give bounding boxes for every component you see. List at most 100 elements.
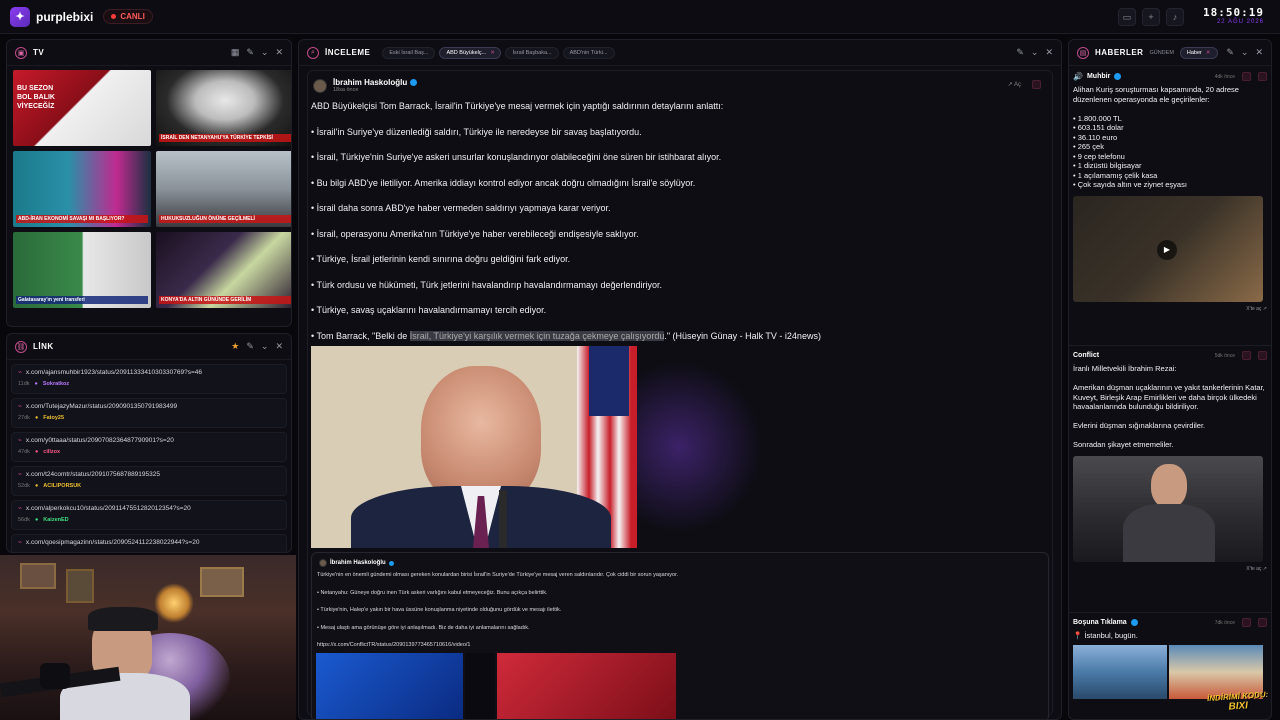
chevron-down-icon[interactable]: ⌄ <box>1031 47 1039 58</box>
news-item[interactable]: 🔊 Muhbir 4dk önce Alihan Kuriş soruşturm… <box>1073 72 1267 312</box>
link-item[interactable]: ⌁ x.com/y0ttaaa/status/209070823648779090… <box>11 432 287 462</box>
quoted-tweet[interactable]: İbrahim Haskoloğlu Türkiye'nin en önemli… <box>311 552 1049 719</box>
close-icon[interactable]: ✕ <box>1045 47 1053 58</box>
tv-channel-1[interactable]: BU SEZON BOL BALIK VİYECEĞİZ <box>13 70 151 146</box>
bookmark-icon[interactable] <box>1258 351 1267 360</box>
edit-icon[interactable]: ✎ <box>1016 47 1024 58</box>
user-icon: ● <box>34 381 38 387</box>
bookmark-icon[interactable] <box>1258 72 1267 81</box>
tv-panel-header: ▣ TV ▦ ✎ ⌄ ✕ <box>7 40 291 66</box>
link-item[interactable]: ⌁ x.com/t24comtr/status/20910756878891953… <box>11 466 287 496</box>
tab-item-active[interactable]: ABD Büyükelç... ✕ <box>439 46 502 59</box>
wall-frame <box>20 563 56 589</box>
tweet-line: • Türkiye, savaş uçaklarını havalandırma… <box>311 305 547 315</box>
news-source[interactable]: Conflict <box>1073 352 1099 359</box>
haberler-panel: ▤ HABERLER GÜNDEM Haber ✕ ✎ ⌄ ✕ 🔊 Muhbir … <box>1068 39 1272 720</box>
link-chain-icon: ⌁ <box>18 437 22 444</box>
cap <box>88 607 158 631</box>
link-item[interactable]: ⌁ x.com/ajansmuhbir1923/status/2091133341… <box>11 364 287 394</box>
webcam-feed <box>0 555 296 720</box>
quote-video-right[interactable] <box>497 653 676 719</box>
link-url[interactable]: x.com/TutejazyMazur/status/2090901350791… <box>26 403 177 410</box>
open-on-x-link[interactable]: X'te aç ↗ <box>1073 566 1267 572</box>
volume-icon[interactable]: ♪ <box>1166 8 1184 26</box>
tab-gundem[interactable]: GÜNDEM <box>1149 50 1173 56</box>
news-photo[interactable] <box>1073 455 1263 562</box>
tv-channel-caption: ABD-İRAN EKONOMİ SAVAŞI MI BAŞLIYOR? <box>16 215 148 223</box>
news-time: 7dk önce <box>1214 619 1235 626</box>
clock: 18:50:19 22 AĞU 2026 <box>1203 6 1264 25</box>
quote-author[interactable]: İbrahim Haskoloğlu <box>330 560 386 566</box>
microphone <box>499 490 507 548</box>
news-text: Alihan Kuriş soruşturması kapsamında, 20… <box>1073 85 1239 189</box>
news-source[interactable]: Muhbir <box>1087 73 1110 80</box>
live-badge[interactable]: CANLI <box>103 9 153 24</box>
tab-item[interactable]: İsrail Başbaka... <box>505 46 559 59</box>
chevron-down-icon[interactable]: ⌄ <box>1241 47 1249 58</box>
news-time: 4dk önce <box>1214 73 1235 80</box>
quote-link[interactable]: https://x.com/ConflictTR/status/20901397… <box>317 642 1043 649</box>
link-url[interactable]: x.com/qoesipmagazinn/status/209052411223… <box>26 539 200 546</box>
tv-channel-5[interactable]: Galatasaray'ın yeni transferi <box>13 232 151 308</box>
link-user: ACILIPORSUK <box>43 483 82 489</box>
screen-icon[interactable]: ▭ <box>1118 8 1136 26</box>
tab-item[interactable]: ABD'nin Türki... <box>562 46 615 59</box>
bookmark-icon[interactable] <box>1032 80 1041 89</box>
news-video[interactable]: ▶ <box>1073 195 1263 302</box>
link-item[interactable]: ⌁ x.com/TutejazyMazur/status/209090135079… <box>11 398 287 428</box>
tab-close-icon[interactable]: ✕ <box>490 50 495 56</box>
edit-icon[interactable]: ✎ <box>1226 47 1234 58</box>
tv-channel-3[interactable]: ABD-İRAN EKONOMİ SAVAŞI MI BAŞLIYOR? <box>13 151 151 227</box>
close-icon[interactable]: ✕ <box>1255 47 1263 58</box>
add-icon[interactable]: + <box>1142 8 1160 26</box>
link-url[interactable]: x.com/alperkokcu10/status/20911475512820… <box>26 505 191 512</box>
user-icon: ● <box>34 483 39 489</box>
link-item[interactable]: ⌁ x.com/alperkokcu10/status/2091147551282… <box>11 500 287 530</box>
news-item[interactable]: Conflict 5dk önce İranlı Milletvekili İb… <box>1073 351 1267 572</box>
tweet-line: • İsrail, operasyonu Amerika'nın Türkiye… <box>311 228 639 239</box>
verified-icon <box>1130 619 1138 626</box>
link-item[interactable]: ⌁ x.com/qoesipmagazinn/status/20905241122… <box>11 534 287 552</box>
link-url[interactable]: x.com/ajansmuhbir1923/status/20911333410… <box>26 369 202 376</box>
close-icon[interactable]: ✕ <box>275 341 283 352</box>
news-item[interactable]: Boşuna Tıklama 7dk önce 📍 İstanbul, bugü… <box>1073 618 1267 699</box>
bookmark-icon[interactable] <box>1258 618 1267 627</box>
brand-logo[interactable]: ✦ purplebixi <box>10 6 93 27</box>
chevron-down-icon[interactable]: ⌄ <box>261 47 269 58</box>
news-photo[interactable] <box>1073 644 1167 699</box>
open-on-x-link[interactable]: X'te aç ↗ <box>1073 306 1267 312</box>
news-source[interactable]: Boşuna Tıklama <box>1073 619 1127 626</box>
tv-channel-caption: Galatasaray'ın yeni transferi <box>16 296 148 304</box>
link-url[interactable]: x.com/t24comtr/status/209107568788919532… <box>26 471 160 478</box>
tweet-author[interactable]: İbrahim Haskoloğlu <box>333 78 407 87</box>
tab-haber[interactable]: Haber ✕ <box>1179 46 1218 59</box>
bell-icon[interactable] <box>1242 351 1251 360</box>
quote-media[interactable] <box>316 653 676 719</box>
avatar[interactable] <box>313 78 327 93</box>
star-icon[interactable]: ★ <box>231 341 239 352</box>
lamp <box>154 583 194 623</box>
tv-channel-6[interactable]: KONYA'DA ALTIN GÜNÜNDE GERİLİM <box>156 232 291 308</box>
close-icon[interactable]: ✕ <box>275 47 283 58</box>
bell-icon[interactable] <box>1242 618 1251 627</box>
tab-close-icon[interactable]: ✕ <box>1206 50 1211 56</box>
news-photos <box>1073 644 1267 699</box>
quote-video-left[interactable] <box>316 653 464 719</box>
tv-grid: BU SEZON BOL BALIK VİYECEĞİZ İSRAİL DEN … <box>11 70 291 308</box>
edit-icon[interactable]: ✎ <box>246 341 254 352</box>
grid-icon[interactable]: ▦ <box>231 47 240 58</box>
open-link[interactable]: ↗ Aç <box>1008 81 1021 88</box>
bell-icon[interactable] <box>1242 72 1251 81</box>
link-url[interactable]: x.com/y0ttaaa/status/2090708236487790901… <box>26 437 174 444</box>
tweet-photo[interactable] <box>311 346 637 548</box>
quote-line: Türkiye'nin en önemli gündemi olması ger… <box>317 572 679 578</box>
chevron-down-icon[interactable]: ⌄ <box>261 341 269 352</box>
link-ago: 52dk <box>18 483 30 489</box>
tv-channel-4[interactable]: HUKUKSUZLUĞUN ÖNÜNE GEÇİLMELİ <box>156 151 291 227</box>
edit-icon[interactable]: ✎ <box>246 47 254 58</box>
highlighted-text[interactable]: İsrail, Türkiye'yi karşılık vermek için … <box>409 330 665 341</box>
tv-channel-2[interactable]: İSRAİL DEN NETANYAHU'YA TÜRKİYE TEPKİSİ <box>156 70 291 146</box>
tweet-line: • İsrail daha sonra ABD'ye haber vermede… <box>311 203 611 213</box>
play-icon[interactable]: ▶ <box>1157 239 1177 260</box>
tab-item[interactable]: Eski İsrail Baş... <box>382 46 436 59</box>
